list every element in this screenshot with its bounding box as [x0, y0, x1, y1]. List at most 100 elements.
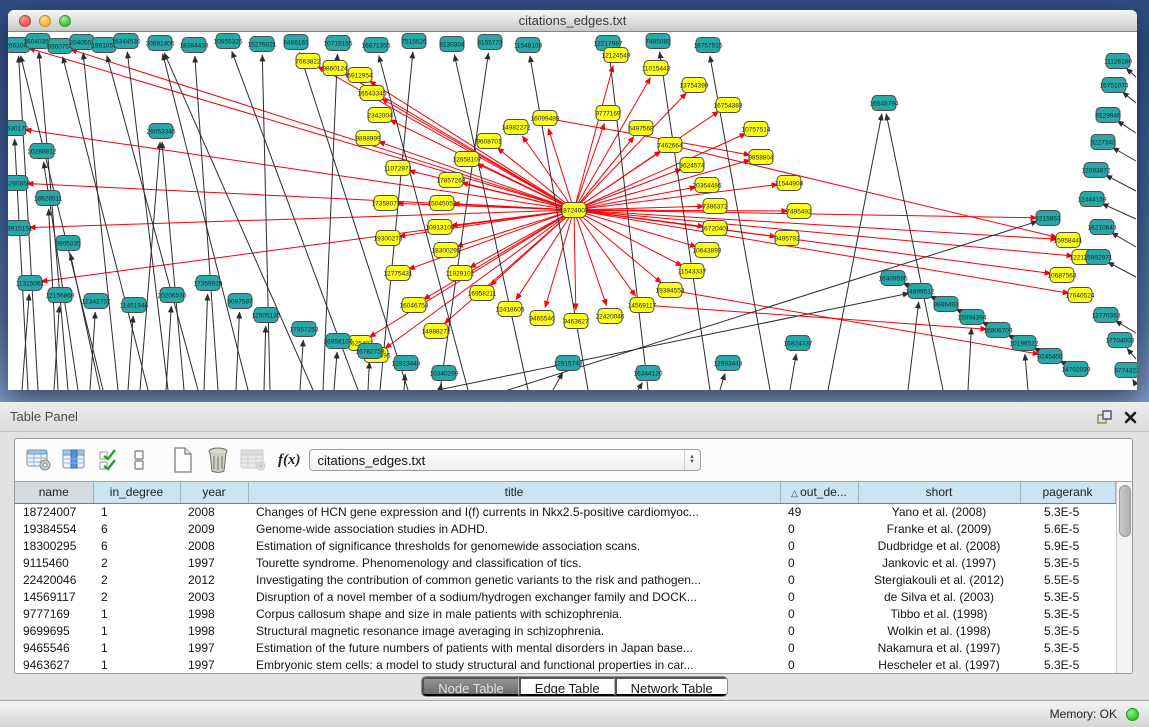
graph-node[interactable]: 10913109 [426, 220, 455, 235]
minimize-window-button[interactable] [39, 15, 51, 27]
memory-status-indicator[interactable] [1126, 708, 1139, 721]
table-cell[interactable]: Genome-wide association studies in ADHD. [248, 520, 780, 537]
graph-node[interactable]: 7386372 [702, 199, 728, 214]
graph-node[interactable]: 19300273 [374, 231, 403, 246]
table-cell[interactable]: Franke et al. (2009) [858, 520, 1020, 537]
graph-node[interactable]: 9495792 [774, 231, 800, 246]
column-header-year[interactable]: year [180, 482, 248, 503]
graph-node[interactable]: 7663822 [295, 54, 321, 69]
graph-node[interactable]: 10643893 [693, 243, 722, 258]
graph-node[interactable]: 12124549 [602, 48, 631, 63]
table-cell[interactable]: 5.3E-5 [1020, 503, 1115, 520]
close-window-button[interactable] [19, 15, 31, 27]
graph-node[interactable]: 7515526 [401, 34, 427, 49]
graph-node[interactable]: 9860124 [322, 61, 348, 76]
table-cell[interactable]: 0 [780, 656, 858, 673]
graph-node[interactable]: 16671355 [362, 38, 391, 53]
table-row[interactable]: 1938455462009Genome-wide association stu… [15, 520, 1115, 537]
table-row[interactable]: 969969511998Structural magnetic resonanc… [15, 622, 1115, 639]
table-cell[interactable]: 9465546 [15, 639, 93, 656]
zoom-window-button[interactable] [59, 15, 71, 27]
graph-node[interactable]: 22420046 [596, 309, 625, 324]
graph-node[interactable]: 12915743 [554, 356, 583, 371]
network-window[interactable]: citations_edges.txt 18724007977716964975… [8, 10, 1137, 390]
table-cell[interactable]: 5.5E-5 [1020, 571, 1115, 588]
graph-node[interactable]: 3215953 [1035, 211, 1061, 226]
table-cell[interactable]: 5.3E-5 [1020, 639, 1115, 656]
graph-node[interactable]: 15045052 [428, 196, 457, 211]
table-cell[interactable]: Yano et al. (2008) [858, 503, 1020, 520]
graph-node[interactable]: 16720401 [701, 221, 730, 236]
graph-node[interactable]: 9777169 [595, 106, 621, 121]
graph-node[interactable]: 20288812 [28, 144, 57, 159]
graph-node[interactable]: 9608701 [476, 134, 502, 149]
table-cell[interactable]: 9699695 [15, 622, 93, 639]
graph-node[interactable]: 7495492 [786, 204, 812, 219]
table-cell[interactable]: 0 [780, 605, 858, 622]
table-cell[interactable]: 5.3E-5 [1020, 656, 1115, 673]
graph-node[interactable]: 15992971 [1084, 250, 1113, 265]
graph-node[interactable]: 11015443 [642, 61, 671, 76]
table-cell[interactable]: 1998 [180, 605, 248, 622]
graph-node[interactable]: 10719155 [324, 36, 353, 51]
graph-node[interactable]: 15994394 [958, 310, 987, 325]
table-cell[interactable]: 9115460 [15, 554, 93, 571]
graph-node[interactable]: 12342757 [82, 294, 111, 309]
graph-node[interactable]: 16782759 [356, 344, 385, 359]
column-header-short[interactable]: short [858, 482, 1020, 503]
table-cell[interactable]: 2003 [180, 588, 248, 605]
graph-node[interactable]: 11929102 [446, 266, 475, 281]
table-cell[interactable]: Tibbo et al. (1998) [858, 605, 1020, 622]
graph-node[interactable]: 17957253 [290, 322, 319, 337]
graph-node[interactable]: 17640524 [1066, 288, 1095, 303]
table-cell[interactable]: Dudbridge et al. (2008) [858, 537, 1020, 554]
graph-node[interactable]: 6497568 [628, 121, 654, 136]
table-cell[interactable]: Estimation of the future numbers of pati… [248, 639, 780, 656]
float-panel-icon[interactable] [1097, 410, 1112, 425]
graph-node[interactable]: 11126160 [1104, 54, 1132, 69]
table-cell[interactable]: 5.9E-5 [1020, 537, 1115, 554]
graph-node[interactable]: 26053346 [147, 124, 176, 139]
graph-node[interactable]: 19915151 [8, 221, 33, 236]
graph-node[interactable]: 10655325 [214, 34, 243, 49]
table-selector-dropdown[interactable]: citations_edges.txt ▲▼ [309, 449, 701, 471]
graph-node[interactable]: 16754383 [714, 98, 743, 113]
tab-network-table[interactable]: Network Table [615, 677, 727, 696]
graph-node[interactable]: 15824737 [784, 336, 813, 351]
table-cell[interactable]: 1998 [180, 622, 248, 639]
graph-node[interactable]: 9886493 [933, 297, 959, 312]
new-column-icon[interactable] [169, 446, 197, 474]
scrollbar-thumb[interactable] [1119, 485, 1131, 537]
graph-node[interactable]: 9898999 [355, 131, 381, 146]
table-cell[interactable]: 1997 [180, 554, 248, 571]
table-cell[interactable]: 0 [780, 537, 858, 554]
vertical-scrollbar[interactable] [1116, 482, 1133, 673]
table-cell[interactable]: 49 [780, 503, 858, 520]
table-cell[interactable]: 2008 [180, 503, 248, 520]
graph-node[interactable]: 5912954 [347, 68, 373, 83]
graph-node[interactable]: 17359928 [194, 276, 223, 291]
table-row[interactable]: 946362711997Embryonic stem cells: a mode… [15, 656, 1115, 673]
network-canvas[interactable]: 1872400797771696497568746266436245742036… [8, 33, 1137, 390]
table-cell[interactable]: 22420046 [15, 571, 93, 588]
graph-node[interactable]: 14569117 [628, 298, 657, 313]
table-cell[interactable]: 18724007 [15, 503, 93, 520]
table-cell[interactable]: 2 [93, 571, 180, 588]
graph-node[interactable]: 8155723 [477, 35, 503, 50]
graph-node[interactable]: 9227343 [1090, 135, 1116, 150]
table-cell[interactable]: 5.3E-5 [1020, 588, 1115, 605]
graph-node[interactable]: 20206536 [158, 288, 187, 303]
graph-node[interactable]: 12923448 [392, 356, 421, 371]
tab-node-table[interactable]: Node Table [422, 677, 519, 696]
table-cell[interactable]: Corpus callosum shape and size in male p… [248, 605, 780, 622]
graph-node[interactable]: 12093872 [1082, 163, 1111, 178]
graph-node[interactable]: 3905335 [55, 236, 81, 251]
graph-node[interactable]: 15751074 [1100, 78, 1129, 93]
graph-node[interactable]: 14982272 [502, 120, 531, 135]
graph-node[interactable]: 16958107 [324, 334, 353, 349]
graph-node[interactable]: 16958211 [468, 286, 497, 301]
table-cell[interactable]: 6 [93, 537, 180, 554]
table-cell[interactable]: 1997 [180, 656, 248, 673]
graph-node[interactable]: 7485083 [645, 34, 671, 49]
graph-node[interactable]: 18384453 [180, 38, 209, 53]
